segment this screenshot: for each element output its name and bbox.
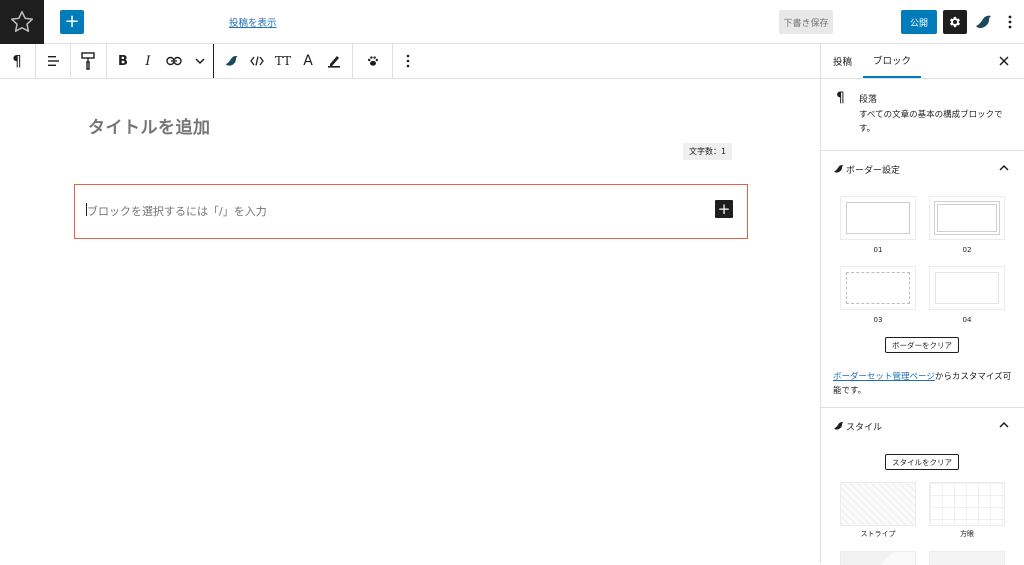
block-inserter-button[interactable]: + [715, 200, 733, 218]
snow-monkey-plugin-button[interactable] [974, 12, 994, 32]
link-button[interactable] [162, 44, 186, 78]
text-color-button[interactable]: A [297, 44, 319, 78]
site-logo-button[interactable] [0, 0, 44, 44]
border-option-label: 01 [873, 246, 883, 254]
save-draft-button[interactable]: 下書き保存 [779, 10, 833, 34]
settings-button[interactable] [943, 10, 967, 34]
gear-icon [949, 16, 961, 28]
publish-button[interactable]: 公開 [901, 10, 937, 34]
paw-format-button[interactable] [360, 44, 386, 78]
more-options-button[interactable] [1004, 12, 1016, 32]
bird-icon [225, 56, 238, 66]
clear-style-button[interactable]: スタイルをクリア [885, 454, 959, 470]
highlight-button[interactable] [322, 44, 346, 78]
panel-divider [821, 407, 1024, 408]
toolbar-divider [70, 44, 71, 78]
border-preview-solid [846, 202, 910, 234]
align-button[interactable] [40, 44, 66, 78]
inline-code-button[interactable] [246, 44, 268, 78]
tab-block[interactable]: ブロック [863, 44, 922, 78]
border-preview-double-inner [937, 204, 997, 232]
font-size-button[interactable]: TT [272, 44, 294, 78]
link-icon [166, 56, 182, 66]
editor-header: + 投稿を表示 下書き保存 公開 [0, 0, 1024, 44]
paw-icon [368, 56, 378, 66]
bird-icon [834, 165, 844, 173]
paint-roller-icon [81, 52, 95, 70]
border-option-03[interactable] [840, 266, 916, 310]
border-option-label: 03 [873, 316, 883, 324]
tab-post[interactable]: 投稿 [833, 44, 852, 78]
toolbar-divider [392, 44, 393, 78]
toolbar-divider [213, 44, 214, 78]
style-option-label: ストライプ [860, 530, 896, 538]
bird-icon [834, 422, 844, 430]
bird-icon [976, 15, 991, 28]
border-option-01[interactable] [840, 196, 916, 240]
style-panel-header[interactable]: スタイル [821, 410, 1024, 440]
settings-sidebar: 投稿 ブロック ¶ 段落 すべての文章の基本の構成ブロックです。 ボーダー設定 … [820, 44, 1024, 565]
block-toolbar: ¶ B I TT A [0, 44, 821, 79]
toolbar-divider [35, 44, 36, 78]
border-preview-light [935, 272, 999, 304]
style-panel-title: スタイル [846, 423, 883, 433]
border-option-label: 02 [962, 246, 972, 254]
toolbar-divider [352, 44, 353, 78]
chevron-up-icon [999, 164, 1009, 171]
star-icon [10, 10, 34, 32]
sidebar-tabs: 投稿 ブロック [821, 44, 1024, 79]
close-sidebar-button[interactable] [997, 54, 1011, 68]
block-card: ¶ 段落 すべての文章の基本の構成ブロックです。 [821, 79, 1024, 151]
bold-button[interactable]: B [112, 44, 134, 78]
pilcrow-icon: ¶ [12, 52, 22, 70]
post-title-input[interactable]: タイトルを追加 [88, 113, 211, 138]
close-icon [999, 56, 1009, 66]
block-style-button[interactable] [74, 44, 102, 78]
style-option-label: 方眼 [960, 530, 974, 538]
border-manage-note: ボーダーセット管理ページからカスタマイズ可能です。 [833, 370, 1015, 398]
chevron-up-icon [999, 421, 1009, 428]
border-option-04[interactable] [929, 266, 1005, 310]
more-rich-text-button[interactable] [190, 44, 210, 78]
marker-icon [328, 56, 340, 68]
style-option-grid[interactable] [929, 482, 1005, 526]
paragraph-block[interactable]: ブロックを選択するには「/」を入力 + [74, 184, 748, 239]
snow-monkey-format-button[interactable] [220, 44, 244, 78]
border-option-label: 04 [962, 316, 972, 324]
border-panel-title: ボーダー設定 [846, 166, 901, 176]
vertical-ellipsis-icon [1008, 15, 1012, 29]
border-option-02[interactable] [929, 196, 1005, 240]
block-card-title: 段落 [859, 95, 878, 105]
border-panel-header[interactable]: ボーダー設定 [821, 153, 1024, 183]
block-options-button[interactable] [398, 44, 418, 78]
style-option-stripe[interactable] [840, 482, 916, 526]
clear-border-button[interactable]: ボーダーをクリア [885, 337, 959, 353]
paragraph-block-button[interactable]: ¶ [4, 44, 30, 78]
add-block-button[interactable]: + [60, 10, 84, 34]
italic-button[interactable]: I [138, 44, 158, 78]
paragraph-placeholder: ブロックを選択するには「/」を入力 [87, 205, 267, 218]
pilcrow-icon: ¶ [836, 90, 845, 106]
word-count-badge: 文字数：1 [683, 143, 733, 160]
view-post-link[interactable]: 投稿を表示 [229, 15, 277, 29]
code-icon [250, 56, 264, 66]
border-manage-link[interactable]: ボーダーセット管理ページ [833, 372, 935, 382]
border-preview-dashed [846, 272, 910, 304]
vertical-ellipsis-icon [406, 54, 410, 68]
chevron-down-icon [195, 58, 205, 65]
align-left-icon [48, 56, 59, 66]
block-card-description: すべての文章の基本の構成ブロックです。 [859, 110, 1003, 134]
toolbar-divider [106, 44, 107, 78]
